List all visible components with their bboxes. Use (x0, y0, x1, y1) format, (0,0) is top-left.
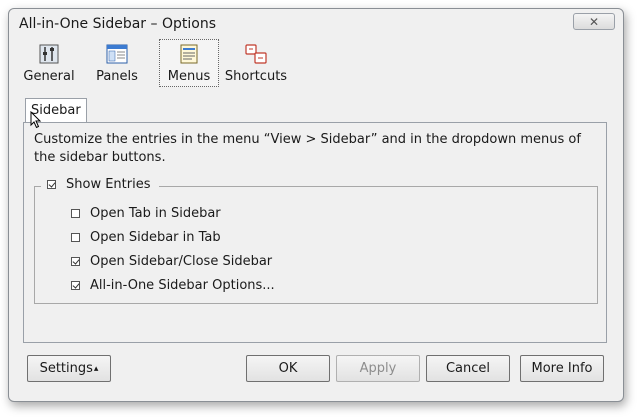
toolbar-label-panels: Panels (96, 69, 138, 84)
sidebar-tab-panel: Customize the entries in the menu “View … (23, 122, 607, 343)
entry-label: All-in-One Sidebar Options... (90, 278, 275, 293)
options-dialog: All-in-One Sidebar – Options ✕ General P… (8, 8, 624, 402)
toolbar-panels-button[interactable]: Panels (93, 39, 141, 87)
apply-button[interactable]: Apply (336, 355, 420, 382)
panels-icon (106, 44, 128, 64)
toolbar-label-shortcuts: Shortcuts (224, 69, 288, 84)
toolbar-shortcuts-button[interactable]: Shortcuts (225, 39, 287, 87)
close-button[interactable]: ✕ (573, 13, 615, 30)
entry-label: Open Sidebar in Tab (90, 230, 221, 245)
more-info-button[interactable]: More Info (520, 355, 604, 382)
show-entries-label: Show Entries (66, 177, 151, 192)
show-entries-group: Show Entries Open Tab in Sidebar Open Si… (34, 177, 598, 304)
settings-button-label: Settings (39, 361, 93, 376)
ok-button[interactable]: OK (246, 355, 330, 382)
general-icon (39, 44, 59, 64)
window-title: All-in-One Sidebar – Options (19, 16, 216, 32)
menus-icon (180, 44, 198, 64)
toolbar-menus-button[interactable]: Menus (159, 39, 219, 87)
entry-checkbox[interactable] (71, 209, 80, 218)
entry-checkbox[interactable] (71, 281, 80, 290)
title-bar: All-in-One Sidebar – Options ✕ (9, 9, 623, 37)
close-icon: ✕ (588, 14, 600, 29)
entry-aios-options[interactable]: All-in-One Sidebar Options... (71, 278, 275, 293)
entry-open-tab-in-sidebar[interactable]: Open Tab in Sidebar (71, 206, 221, 221)
entry-open-close-sidebar[interactable]: Open Sidebar/Close Sidebar (71, 254, 272, 269)
settings-button[interactable]: Settings ▴ (27, 355, 111, 382)
entry-checkbox[interactable] (71, 257, 80, 266)
toolbar-label-general: General (23, 69, 75, 84)
show-entries-legend[interactable]: Show Entries (41, 177, 159, 192)
entry-checkbox[interactable] (71, 233, 80, 242)
shortcuts-icon (245, 44, 267, 64)
entry-label: Open Sidebar/Close Sidebar (90, 254, 273, 269)
caret-up-icon: ▴ (93, 363, 99, 374)
panel-description: Customize the entries in the menu “View … (34, 132, 581, 165)
mouse-cursor-icon (30, 111, 42, 129)
entry-label: Open Tab in Sidebar (90, 206, 221, 221)
toolbar-general-button[interactable]: General (23, 39, 75, 87)
toolbar-label-menus: Menus (167, 69, 211, 84)
cancel-button[interactable]: Cancel (426, 355, 510, 382)
show-entries-checkbox[interactable] (47, 180, 56, 189)
entry-open-sidebar-in-tab[interactable]: Open Sidebar in Tab (71, 230, 221, 245)
